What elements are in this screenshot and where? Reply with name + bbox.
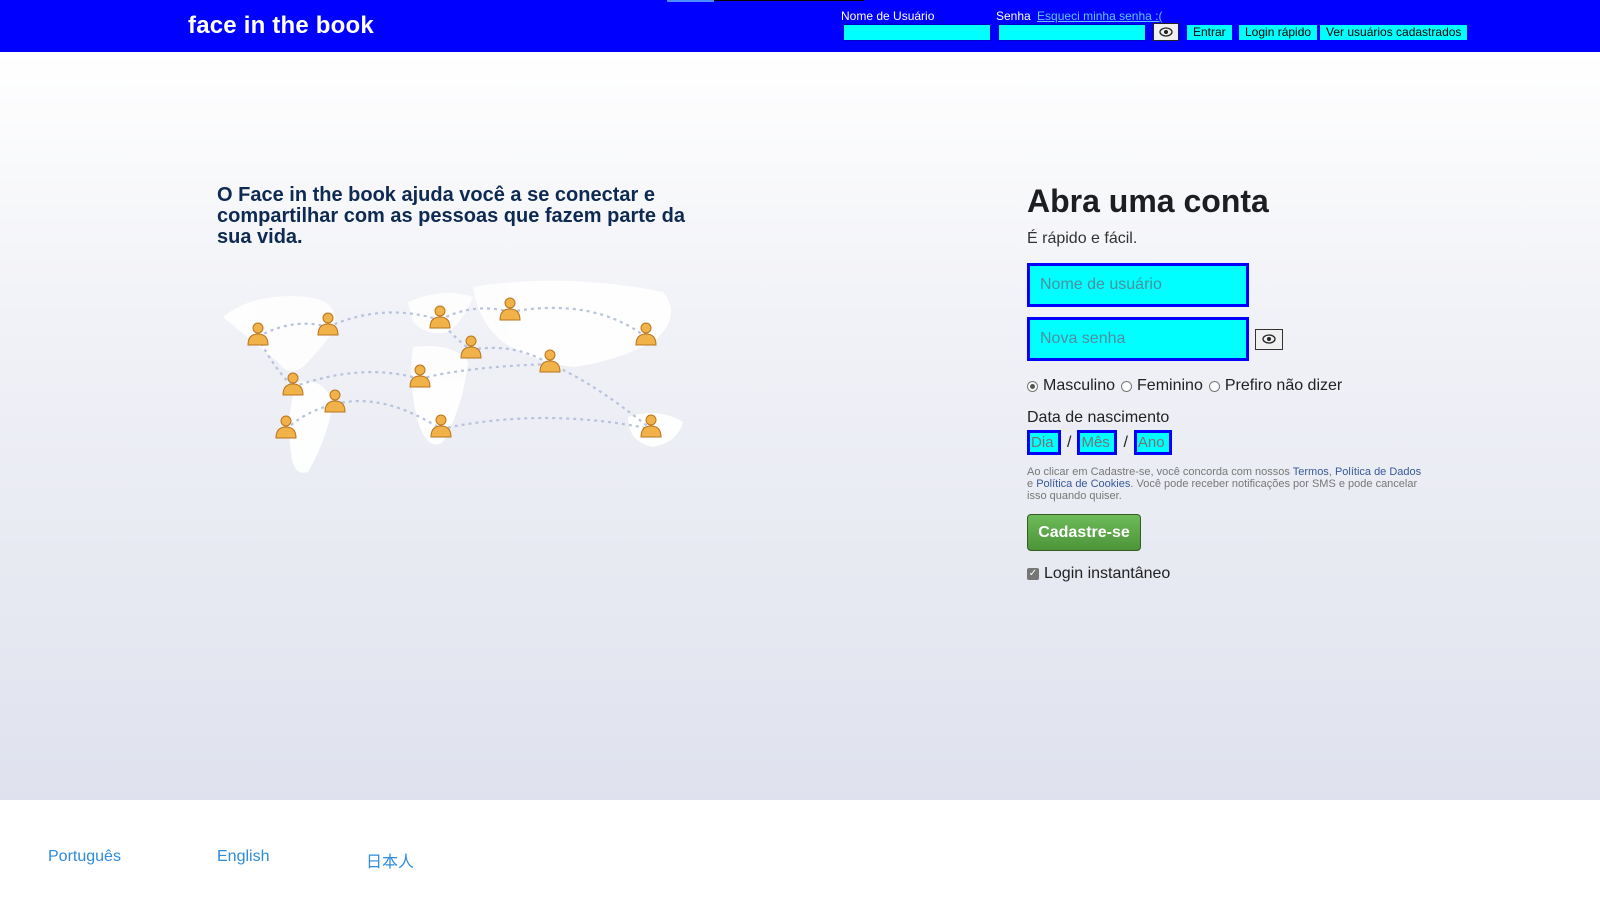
password-label-text: Senha <box>996 9 1031 23</box>
view-users-button[interactable]: Ver usuários cadastrados <box>1320 25 1468 40</box>
signup-title: Abra uma conta <box>1027 183 1269 219</box>
show-password-button[interactable] <box>1153 23 1179 41</box>
instant-login-checkbox[interactable]: ✓ <box>1027 568 1039 580</box>
password-label: Senha Esqueci minha senha :( <box>996 9 1162 23</box>
eye-icon <box>1159 27 1173 37</box>
top-accent-line <box>667 0 714 2</box>
gender-option-feminino[interactable]: Feminino <box>1121 377 1203 395</box>
gender-options: Masculino Feminino Prefiro não dizer <box>1027 377 1447 395</box>
eye-icon <box>1262 334 1276 344</box>
signup-subtitle: É rápido e fácil. <box>1027 230 1138 247</box>
forgot-password-link[interactable]: Esqueci minha senha :( <box>1037 9 1162 23</box>
gender-label: Prefiro não dizer <box>1224 377 1343 394</box>
signup-form: Abra uma conta É rápido e fácil. Masculi… <box>1027 182 1447 583</box>
signup-password-input[interactable] <box>1027 317 1249 361</box>
main-content: O Face in the book ajuda você a se conec… <box>0 52 1600 800</box>
birth-year-input[interactable] <box>1133 430 1172 455</box>
username-label: Nome de Usuário <box>841 9 934 23</box>
radio-feminino[interactable] <box>1121 380 1133 392</box>
radio-prefiro-nao-dizer[interactable] <box>1208 380 1220 392</box>
site-logo[interactable]: face in the book <box>188 12 374 40</box>
birthdate-row: / / <box>1027 430 1447 455</box>
login-username-input[interactable] <box>843 24 991 41</box>
birth-month-input[interactable] <box>1077 430 1118 455</box>
terms-and: e <box>1027 478 1037 490</box>
instant-login-label: Login instantâneo <box>1044 565 1171 582</box>
signup-button[interactable]: Cadastre-se <box>1027 514 1141 551</box>
terms-link[interactable]: Termos <box>1293 466 1329 478</box>
terms-text: Ao clicar em Cadastre-se, você concorda … <box>1027 466 1427 502</box>
top-divider-line <box>714 0 864 1</box>
birth-day-input[interactable] <box>1027 430 1061 455</box>
data-policy-link[interactable]: Política de Dados <box>1335 466 1421 478</box>
terms-prefix: Ao clicar em Cadastre-se, você concorda … <box>1027 466 1293 478</box>
date-separator: / <box>1123 433 1128 451</box>
radio-masculino[interactable] <box>1027 380 1038 392</box>
quick-login-button[interactable]: Login rápido <box>1239 25 1318 40</box>
top-navbar: face in the book Nome de Usuário Senha E… <box>0 0 1600 52</box>
signup-username-input[interactable] <box>1027 263 1249 307</box>
show-new-password-button[interactable] <box>1255 328 1283 350</box>
gender-label: Masculino <box>1043 377 1116 394</box>
login-button[interactable]: Entrar <box>1187 25 1232 40</box>
tagline: O Face in the book ajuda você a se conec… <box>217 184 685 248</box>
birthdate-label: Data de nascimento <box>1027 409 1170 426</box>
language-link-portuguese[interactable]: Português <box>48 848 121 866</box>
gender-option-prefiro-nao-dizer[interactable]: Prefiro não dizer <box>1208 377 1343 395</box>
language-link-english[interactable]: English <box>217 848 269 866</box>
language-link-japanese[interactable]: 日本人 <box>366 848 414 872</box>
username-label-text: Nome de Usuário <box>841 9 935 23</box>
date-separator: / <box>1067 433 1072 451</box>
login-password-input[interactable] <box>998 24 1146 41</box>
instant-login-option[interactable]: ✓ Login instantâneo <box>1027 565 1447 583</box>
footer: Português English 日本人 <box>0 800 1600 900</box>
world-map-illustration <box>223 280 683 473</box>
password-row <box>1027 317 1447 361</box>
gender-label: Feminino <box>1137 377 1203 394</box>
cookie-policy-link[interactable]: Política de Cookies <box>1036 478 1130 490</box>
gender-option-masculino[interactable]: Masculino <box>1027 377 1115 395</box>
